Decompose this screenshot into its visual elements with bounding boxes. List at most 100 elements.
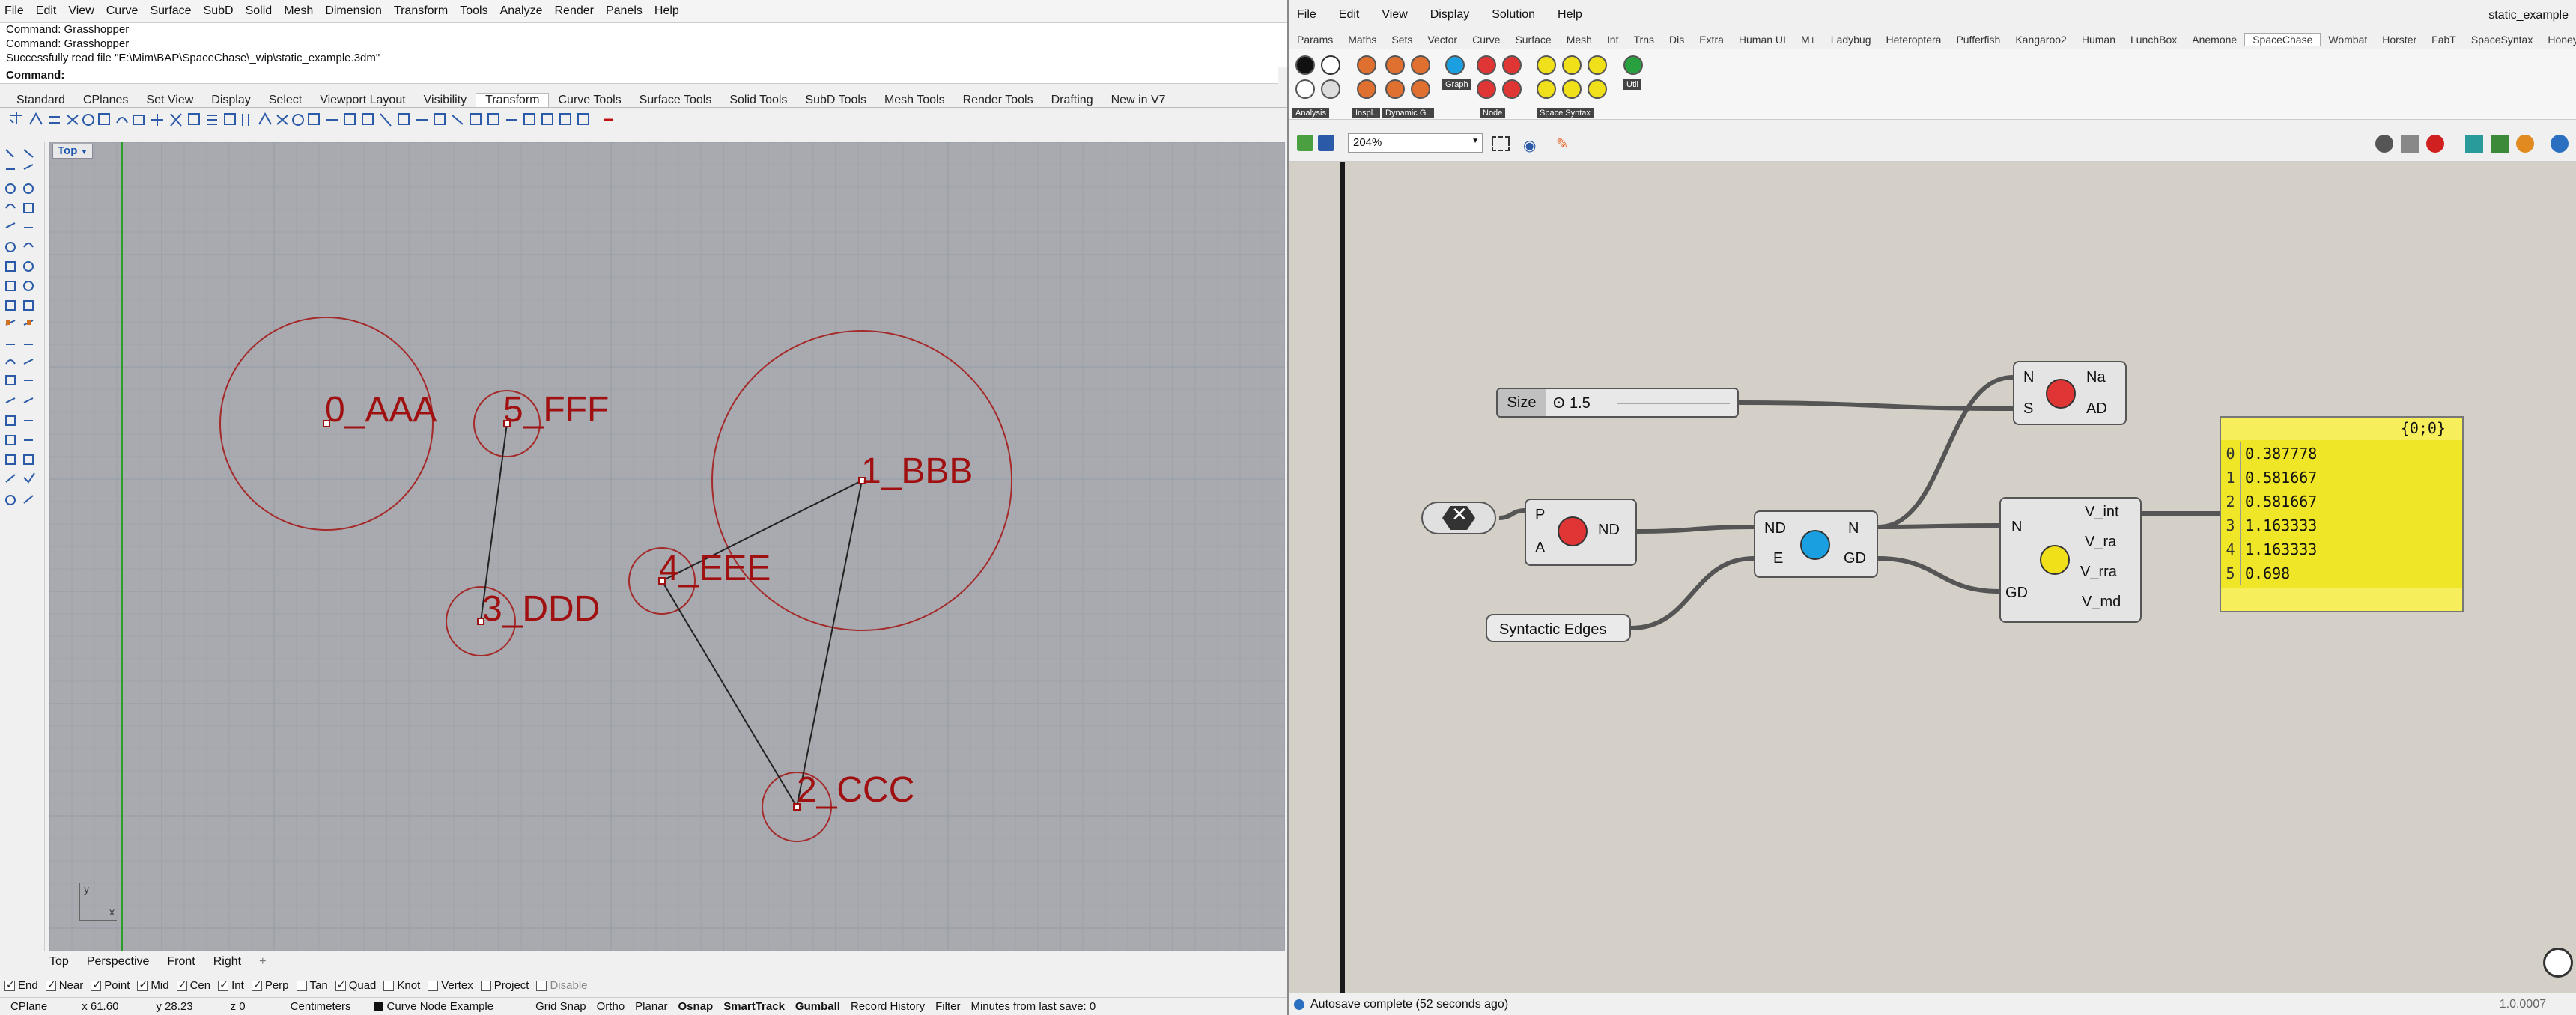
osnap-quad[interactable]: Quad: [335, 978, 376, 992]
status-record-history[interactable]: Record History: [851, 1000, 925, 1013]
slider-track[interactable]: [1617, 403, 1730, 404]
inspl-orange-icon[interactable]: [1357, 55, 1376, 75]
dynamic-graph-icon[interactable]: [1385, 55, 1405, 75]
tab-set-view[interactable]: Set View: [137, 94, 202, 107]
tab-surface-tools[interactable]: Surface Tools: [631, 94, 721, 107]
graph-edge[interactable]: [796, 480, 863, 808]
viewport-canvas[interactable]: [49, 142, 1285, 951]
status-layer[interactable]: Curve Node Example: [373, 1000, 493, 1013]
rhino-menu-help[interactable]: Help: [654, 4, 679, 18]
gh-tab-mesh[interactable]: Mesh: [1559, 34, 1600, 46]
tab-curve-tools[interactable]: Curve Tools: [549, 94, 630, 107]
osnap-checkbox[interactable]: [536, 980, 547, 991]
space-syntax-component[interactable]: N GD V_int V_ra V_rra V_md: [1999, 497, 2142, 623]
input-e[interactable]: E: [1773, 551, 1783, 566]
gh-tab-human[interactable]: Human: [2074, 34, 2123, 46]
gh-tab-trns[interactable]: Trns: [1626, 34, 1662, 46]
osnap-near[interactable]: Near: [45, 978, 83, 992]
gh-tab-dis[interactable]: Dis: [1662, 34, 1692, 46]
size-slider[interactable]: Size ʘ 1.5: [1496, 388, 1739, 418]
display-mode-icon-6[interactable]: [2516, 135, 2534, 153]
syntax-yellow-icon-5[interactable]: [1562, 79, 1582, 99]
viewport-tab-perspective[interactable]: Perspective: [87, 955, 150, 969]
wire[interactable]: [1630, 556, 1755, 630]
output-gd[interactable]: GD: [1844, 551, 1866, 566]
osnap-perp[interactable]: Perp: [251, 978, 289, 992]
rhino-menu-solid[interactable]: Solid: [246, 4, 273, 18]
output-ad[interactable]: AD: [2086, 401, 2107, 416]
gh-tab-honeybee[interactable]: Honeybee: [2540, 34, 2576, 46]
preview-eye-icon[interactable]: ◉: [1523, 136, 1536, 155]
transform-toolbar-icons[interactable]: [7, 109, 622, 132]
display-mode-icon-7[interactable]: [2551, 135, 2569, 153]
status-ortho[interactable]: Ortho: [597, 1000, 625, 1013]
viewport-tab-right[interactable]: Right: [213, 955, 241, 969]
gh-tab-kangaroo2[interactable]: Kangaroo2: [2008, 34, 2074, 46]
dynamic-graph-icon-4[interactable]: [1411, 79, 1430, 99]
rhino-menu-curve[interactable]: Curve: [106, 4, 139, 18]
gh-tab-surface[interactable]: Surface: [1507, 34, 1558, 46]
util-green-icon[interactable]: [1623, 55, 1643, 75]
gh-menu-display[interactable]: Display: [1430, 8, 1469, 22]
osnap-checkbox[interactable]: [428, 980, 439, 991]
osnap-checkbox[interactable]: [218, 978, 229, 991]
rhino-menu-panels[interactable]: Panels: [606, 4, 643, 18]
analysis-grey-icon[interactable]: [1321, 79, 1340, 99]
tab-solid-tools[interactable]: Solid Tools: [720, 94, 796, 107]
node-red-icon-4[interactable]: [1502, 79, 1522, 99]
viewport-title[interactable]: Top ▼: [52, 144, 94, 159]
osnap-checkbox[interactable]: [45, 978, 56, 991]
rhino-menu-mesh[interactable]: Mesh: [284, 4, 313, 18]
rhino-menu-analyze[interactable]: Analyze: [500, 4, 543, 18]
gh-tab-fabt[interactable]: FabT: [2424, 34, 2464, 46]
output-panel[interactable]: {0;0} 0 0.387778 1 0.581667 2 0.581667 3 1.1633…: [2220, 416, 2464, 612]
osnap-checkbox[interactable]: [383, 980, 395, 991]
node-red-icon[interactable]: [1477, 55, 1496, 75]
tab-visibility[interactable]: Visibility: [415, 94, 476, 107]
open-file-icon[interactable]: [1297, 135, 1313, 151]
syntax-yellow-icon-6[interactable]: [1588, 79, 1607, 99]
osnap-tan[interactable]: Tan: [296, 979, 328, 992]
graph-edge[interactable]: [661, 580, 798, 808]
gh-tab-int[interactable]: Int: [1600, 34, 1626, 46]
ribbon-group-inspl[interactable]: Inspl..: [1352, 108, 1381, 118]
syntax-yellow-icon-2[interactable]: [1562, 55, 1582, 75]
status-gumball[interactable]: Gumball: [795, 1000, 840, 1013]
input-a[interactable]: A: [1535, 540, 1545, 555]
output-n[interactable]: N: [1848, 521, 1859, 536]
ribbon-group-graph[interactable]: Graph: [1442, 79, 1471, 90]
rhino-menu-edit[interactable]: Edit: [36, 4, 57, 18]
wire[interactable]: [1498, 508, 1525, 520]
osnap-project[interactable]: Project: [480, 979, 529, 992]
status-osnap[interactable]: Osnap: [678, 1000, 714, 1013]
clear-param[interactable]: ✕: [1421, 502, 1496, 534]
gh-tab-maths[interactable]: Maths: [1340, 34, 1384, 46]
rhino-menu-tools[interactable]: Tools: [460, 4, 487, 18]
output-v-md[interactable]: V_md: [2082, 594, 2121, 609]
inspl-orange-icon-2[interactable]: [1357, 79, 1376, 99]
tab-subd-tools[interactable]: SubD Tools: [796, 94, 875, 107]
input-nd[interactable]: ND: [1764, 521, 1786, 536]
syntax-yellow-icon[interactable]: [1537, 55, 1556, 75]
gh-tab-heteroptera[interactable]: Heteroptera: [1879, 34, 1949, 46]
gh-menu-edit[interactable]: Edit: [1339, 8, 1360, 22]
status-grid-snap[interactable]: Grid Snap: [535, 1000, 586, 1013]
display-mode-icon[interactable]: [2375, 135, 2393, 153]
wire[interactable]: [1877, 375, 2014, 529]
osnap-knot[interactable]: Knot: [383, 979, 420, 992]
analysis-white-icon[interactable]: [1295, 79, 1315, 99]
wire[interactable]: [1877, 523, 2000, 529]
osnap-cen[interactable]: Cen: [176, 978, 210, 992]
osnap-checkbox[interactable]: [480, 980, 491, 991]
rhino-menu-view[interactable]: View: [68, 4, 94, 18]
rhino-menu-subd[interactable]: SubD: [204, 4, 234, 18]
slider-handle-icon[interactable]: ʘ: [1553, 395, 1565, 412]
status-units[interactable]: Centimeters: [291, 1000, 351, 1013]
sketch-pen-icon[interactable]: ✎: [1556, 135, 1569, 153]
tab-display[interactable]: Display: [202, 94, 259, 107]
display-mode-icon-2[interactable]: [2401, 135, 2419, 153]
tab-drafting[interactable]: Drafting: [1042, 94, 1102, 107]
canvas-widget-icon[interactable]: [2543, 948, 2573, 978]
tab-transform[interactable]: Transform: [476, 93, 550, 107]
osnap-checkbox[interactable]: [296, 980, 307, 991]
